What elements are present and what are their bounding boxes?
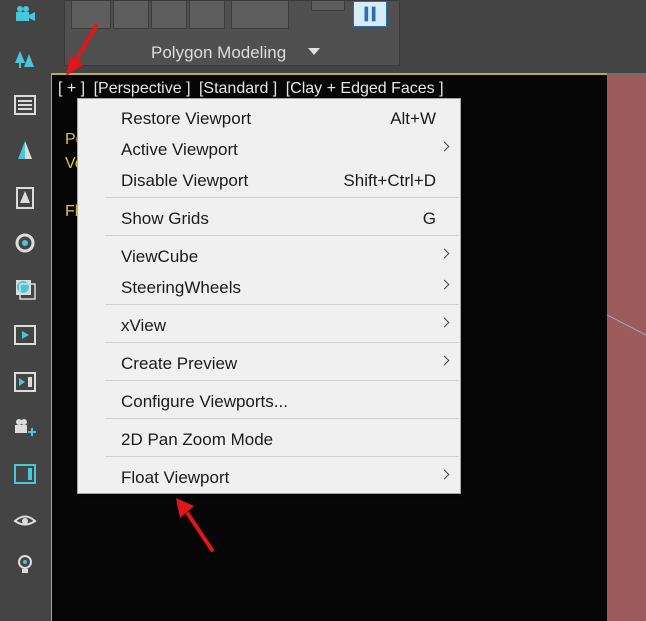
- menu-item-restore-viewport[interactable]: Restore Viewport Alt+W: [78, 103, 460, 133]
- ribbon-tool-button[interactable]: [151, 1, 187, 29]
- viewport-plus-menu[interactable]: [ + ]: [58, 80, 85, 97]
- menu-item-label: SteeringWheels: [121, 278, 242, 297]
- ribbon-empty-area: [400, 0, 646, 64]
- tree-box-icon[interactable]: [12, 185, 38, 211]
- menu-item-label: Configure Viewports...: [121, 392, 288, 411]
- menu-item-shortcut: G: [422, 209, 436, 228]
- panel-icon[interactable]: [12, 461, 38, 487]
- tree-icon[interactable]: [12, 47, 38, 73]
- play-frame-icon[interactable]: [12, 322, 38, 348]
- ribbon-small-button[interactable]: [311, 1, 345, 11]
- menu-item-disable-viewport[interactable]: Disable Viewport Shift+Ctrl+D: [78, 165, 460, 195]
- ribbon-title[interactable]: Polygon Modeling: [151, 43, 286, 63]
- menu-item-create-preview[interactable]: Create Preview: [78, 348, 460, 378]
- pin-icon[interactable]: [353, 1, 387, 27]
- render-frame-icon[interactable]: [12, 369, 38, 395]
- adjacent-viewport[interactable]: [607, 73, 646, 621]
- menu-item-label: Create Preview: [121, 354, 238, 373]
- viewport-label-menu[interactable]: [ + ] [Perspective ] [Standard ] [Clay +…: [58, 80, 448, 98]
- viewport-context-menu: Restore Viewport Alt+W Active Viewport D…: [77, 98, 461, 494]
- menu-item-label: Active Viewport: [121, 140, 238, 159]
- menu-item-shortcut: Alt+W: [390, 109, 436, 128]
- menu-item-shortcut: Shift+Ctrl+D: [343, 171, 436, 190]
- ribbon-tool-button[interactable]: [189, 1, 225, 29]
- viewport-pov-menu[interactable]: [Perspective ]: [94, 80, 191, 97]
- ribbon-tool-button[interactable]: [113, 1, 149, 29]
- menu-separator: [105, 456, 459, 457]
- camera-icon[interactable]: [12, 2, 38, 28]
- ribbon-tool-button[interactable]: [231, 1, 289, 29]
- chevron-right-icon: [439, 469, 450, 480]
- chevron-right-icon: [439, 279, 450, 290]
- menu-item-2d-pan-zoom-mode[interactable]: 2D Pan Zoom Mode: [78, 424, 460, 454]
- chevron-down-icon[interactable]: [308, 48, 320, 55]
- annotation-arrow-icon: [66, 24, 98, 76]
- rotate-icon[interactable]: [12, 230, 38, 256]
- menu-item-label: Restore Viewport: [121, 109, 252, 128]
- menu-item-xview[interactable]: xView: [78, 310, 460, 340]
- menu-item-label: Disable Viewport: [121, 171, 249, 190]
- menu-item-active-viewport[interactable]: Active Viewport: [78, 134, 460, 164]
- material-icon[interactable]: [12, 276, 38, 302]
- viewport-shading-menu[interactable]: [Standard ]: [199, 80, 277, 97]
- menu-item-show-grids[interactable]: Show Grids G: [78, 203, 460, 233]
- polygon-modeling-ribbon: Polygon Modeling: [64, 0, 400, 66]
- chevron-right-icon: [439, 248, 450, 259]
- chevron-right-icon: [439, 317, 450, 328]
- menu-item-viewcube[interactable]: ViewCube: [78, 241, 460, 271]
- menu-item-configure-viewports[interactable]: Configure Viewports...: [78, 386, 460, 416]
- menu-item-float-viewport[interactable]: Float Viewport: [78, 462, 460, 492]
- menu-separator: [105, 197, 459, 198]
- camera-add-icon[interactable]: [12, 415, 38, 441]
- menu-item-label: 2D Pan Zoom Mode: [121, 430, 274, 449]
- viewport-display-menu[interactable]: [Clay + Edged Faces ]: [286, 80, 444, 97]
- tree-half-icon[interactable]: [12, 138, 38, 164]
- chevron-right-icon: [439, 141, 450, 152]
- menu-separator: [105, 418, 459, 419]
- menu-separator: [105, 235, 459, 236]
- menu-item-label: Float Viewport: [121, 468, 230, 487]
- menu-item-steeringwheels[interactable]: SteeringWheels: [78, 272, 460, 302]
- menu-item-label: Show Grids: [121, 209, 209, 228]
- menu-separator: [105, 342, 459, 343]
- list-icon[interactable]: [12, 92, 38, 118]
- chevron-right-icon: [439, 355, 450, 366]
- lightbulb-icon[interactable]: [12, 552, 38, 578]
- menu-separator: [105, 380, 459, 381]
- menu-separator: [105, 304, 459, 305]
- menu-item-label: xView: [121, 316, 167, 335]
- eye-icon[interactable]: [12, 507, 38, 533]
- annotation-arrow-icon: [176, 498, 214, 552]
- left-toolbar: [0, 0, 50, 621]
- menu-item-label: ViewCube: [121, 247, 199, 266]
